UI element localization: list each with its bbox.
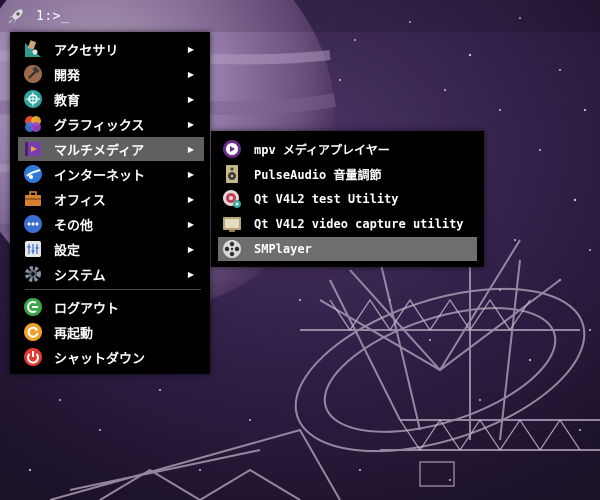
chevron-right-icon: ▶: [187, 244, 194, 254]
reboot-icon: [23, 322, 43, 342]
rocket-icon[interactable]: [6, 6, 26, 26]
chevron-right-icon: ▶: [187, 94, 194, 104]
chevron-right-icon: ▶: [187, 219, 194, 229]
monitor-icon: [222, 214, 242, 234]
other-icon: [23, 214, 43, 234]
mpv-icon: [222, 139, 242, 159]
menu-item-other[interactable]: その他 ▶: [18, 212, 204, 236]
multimedia-icon: [23, 139, 43, 159]
graphics-icon: [23, 114, 43, 134]
menu-item-multimedia[interactable]: マルチメディア ▶: [18, 137, 204, 161]
shutdown-icon: [23, 347, 43, 367]
menu-item-internet[interactable]: インターネット ▶: [18, 162, 204, 186]
chevron-right-icon: ▶: [187, 144, 194, 154]
menu-item-graphics[interactable]: グラフィックス ▶: [18, 112, 204, 136]
multimedia-submenu: mpv メディアプレイヤー PulseAudio 音量調節 Qt V4L2 te…: [211, 131, 484, 267]
submenu-item-pulseaudio[interactable]: PulseAudio 音量調節: [218, 162, 477, 186]
webcam-icon: [222, 189, 242, 209]
menu-item-logout[interactable]: ログアウト: [18, 295, 204, 319]
logout-icon: [23, 297, 43, 317]
submenu-item-qt-v4l2-capture[interactable]: Qt V4L2 video capture utility: [218, 212, 477, 236]
chevron-right-icon: ▶: [187, 69, 194, 79]
submenu-item-qt-v4l2-test[interactable]: Qt V4L2 test Utility: [218, 187, 477, 211]
top-panel: 1:>_: [0, 0, 600, 32]
film-reel-icon: [222, 239, 242, 259]
chevron-right-icon: ▶: [187, 194, 194, 204]
menu-separator: [25, 289, 201, 290]
chevron-right-icon: ▶: [187, 44, 194, 54]
terminal-window-title[interactable]: 1:>_: [36, 9, 69, 24]
development-icon: [23, 64, 43, 84]
system-icon: [23, 264, 43, 284]
chevron-right-icon: ▶: [187, 119, 194, 129]
menu-item-reboot[interactable]: 再起動: [18, 320, 204, 344]
accessories-icon: [23, 39, 43, 59]
submenu-item-smplayer[interactable]: SMPlayer: [218, 237, 477, 261]
menu-item-development[interactable]: 開発 ▶: [18, 62, 204, 86]
chevron-right-icon: ▶: [187, 169, 194, 179]
internet-icon: [23, 164, 43, 184]
speaker-icon: [222, 164, 242, 184]
chevron-right-icon: ▶: [187, 269, 194, 279]
office-icon: [23, 189, 43, 209]
menu-item-settings[interactable]: 設定 ▶: [18, 237, 204, 261]
menu-item-accessories[interactable]: アクセサリ ▶: [18, 37, 204, 61]
submenu-item-mpv[interactable]: mpv メディアプレイヤー: [218, 137, 477, 161]
application-menu: アクセサリ ▶ 開発 ▶ 教育 ▶ グラフィックス ▶ マルチメディア ▶ イン: [10, 32, 210, 374]
settings-icon: [23, 239, 43, 259]
menu-item-system[interactable]: システム ▶: [18, 262, 204, 286]
menu-item-education[interactable]: 教育 ▶: [18, 87, 204, 111]
menu-item-office[interactable]: オフィス ▶: [18, 187, 204, 211]
menu-item-shutdown[interactable]: シャットダウン: [18, 345, 204, 369]
education-icon: [23, 89, 43, 109]
